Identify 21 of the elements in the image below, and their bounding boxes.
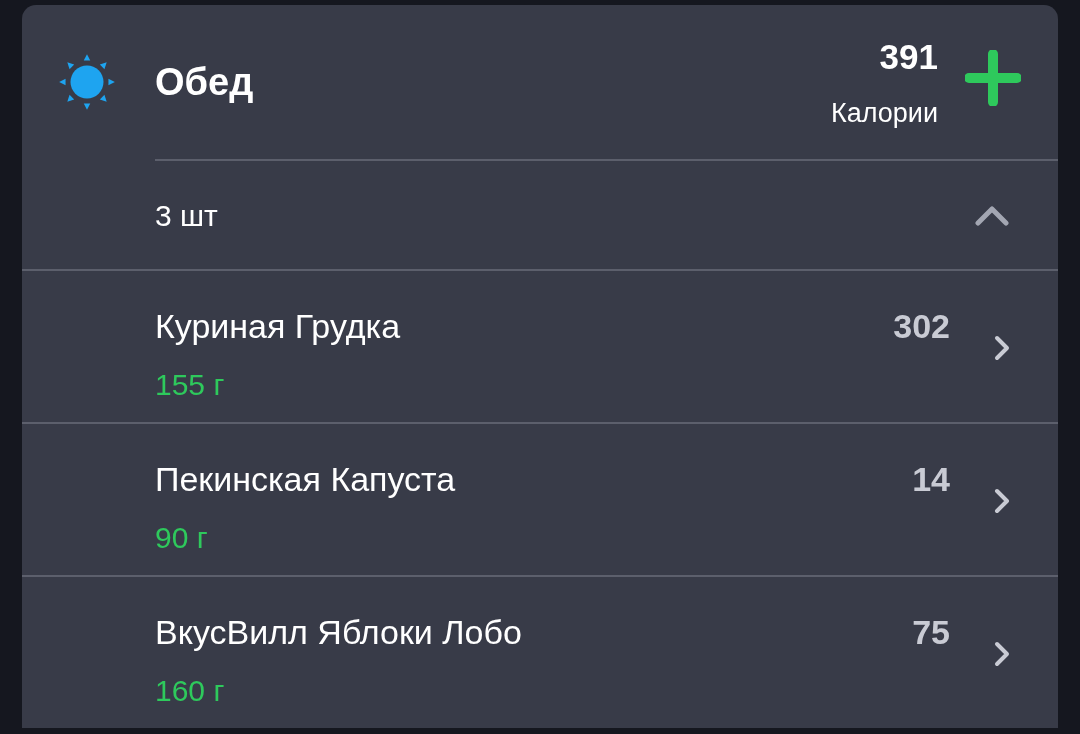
food-weight: 90 г [155, 520, 209, 556]
items-toggle[interactable]: 3 шт [22, 161, 1058, 269]
food-weight: 160 г [155, 673, 226, 709]
meal-title: Обед [155, 59, 254, 105]
chevron-right-icon [994, 335, 1010, 361]
food-item[interactable]: Пекинская Капуста 90 г 14 [22, 424, 1058, 575]
chevron-right-icon [994, 488, 1010, 514]
food-name: Куриная Грудка [155, 306, 401, 347]
food-item[interactable]: Куриная Грудка 155 г 302 [22, 271, 1058, 422]
calories-total: 391 [879, 35, 938, 78]
food-weight: 155 г [155, 367, 226, 403]
plus-icon [965, 50, 1021, 107]
add-button[interactable] [964, 49, 1022, 108]
food-item[interactable]: ВкусВилл Яблоки Лобо 160 г 75 [22, 577, 1058, 728]
food-name: Пекинская Капуста [155, 459, 456, 500]
calories-label: Калории [831, 97, 938, 131]
chevron-right-icon [994, 641, 1010, 667]
food-calories: 14 [912, 459, 950, 500]
food-calories: 75 [912, 612, 950, 653]
food-name: ВкусВилл Яблоки Лобо [155, 612, 522, 653]
food-calories: 302 [893, 306, 950, 347]
